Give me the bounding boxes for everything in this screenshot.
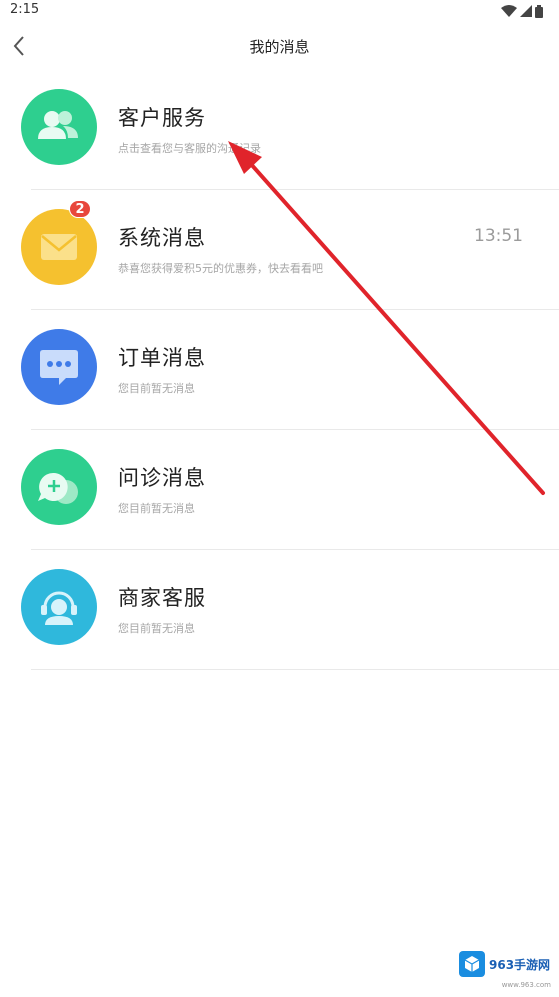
item-name: 系统消息 [118,226,206,250]
consult-icon [21,449,97,525]
status-bar: 2:15 [0,0,559,22]
watermark-subtext: www.963.com [501,981,551,989]
list-item-customer-service[interactable]: 客户服务 点击查看您与客服的沟通记录 [0,70,559,190]
wifi-icon [501,5,517,17]
unread-badge: 2 [69,200,91,218]
list-item-merchant-support[interactable]: 商家客服 您目前暂无消息 [0,550,559,670]
page-title: 我的消息 [249,38,310,56]
divider [31,669,559,670]
item-subtitle: 点击查看您与客服的沟通记录 [118,142,261,155]
list-item-order-messages[interactable]: 订单消息 您目前暂无消息 [0,310,559,430]
item-name: 订单消息 [118,346,206,370]
status-time: 2:15 [10,2,40,17]
merchant-support-icon [21,569,97,645]
mail-icon [21,209,97,285]
item-time: 13:51 [474,226,523,246]
watermark-text: 963手游网 [489,957,551,972]
signal-icon [520,5,532,17]
battery-icon [535,4,543,18]
cube-logo-icon [459,951,485,977]
item-subtitle: 您目前暂无消息 [118,502,195,515]
nav-bar: 我的消息 [0,22,559,70]
list-item-consultation-messages[interactable]: 问诊消息 您目前暂无消息 [0,430,559,550]
item-name: 问诊消息 [118,466,206,490]
message-list: 客户服务 点击查看您与客服的沟通记录 2 系统消息 恭喜您获得爱积5元的优惠券，… [0,70,559,670]
status-icons [501,4,543,18]
item-subtitle: 恭喜您获得爱积5元的优惠券，快去看看吧 [118,262,323,275]
item-subtitle: 您目前暂无消息 [118,622,195,635]
list-item-system-messages[interactable]: 2 系统消息 恭喜您获得爱积5元的优惠券，快去看看吧 13:51 [0,190,559,310]
item-name: 商家客服 [118,586,206,610]
customer-service-icon [21,89,97,165]
watermark-logo: 963手游网 www.963.com [459,949,555,989]
item-subtitle: 您目前暂无消息 [118,382,195,395]
item-name: 客户服务 [118,106,206,130]
chat-bubble-icon [21,329,97,405]
